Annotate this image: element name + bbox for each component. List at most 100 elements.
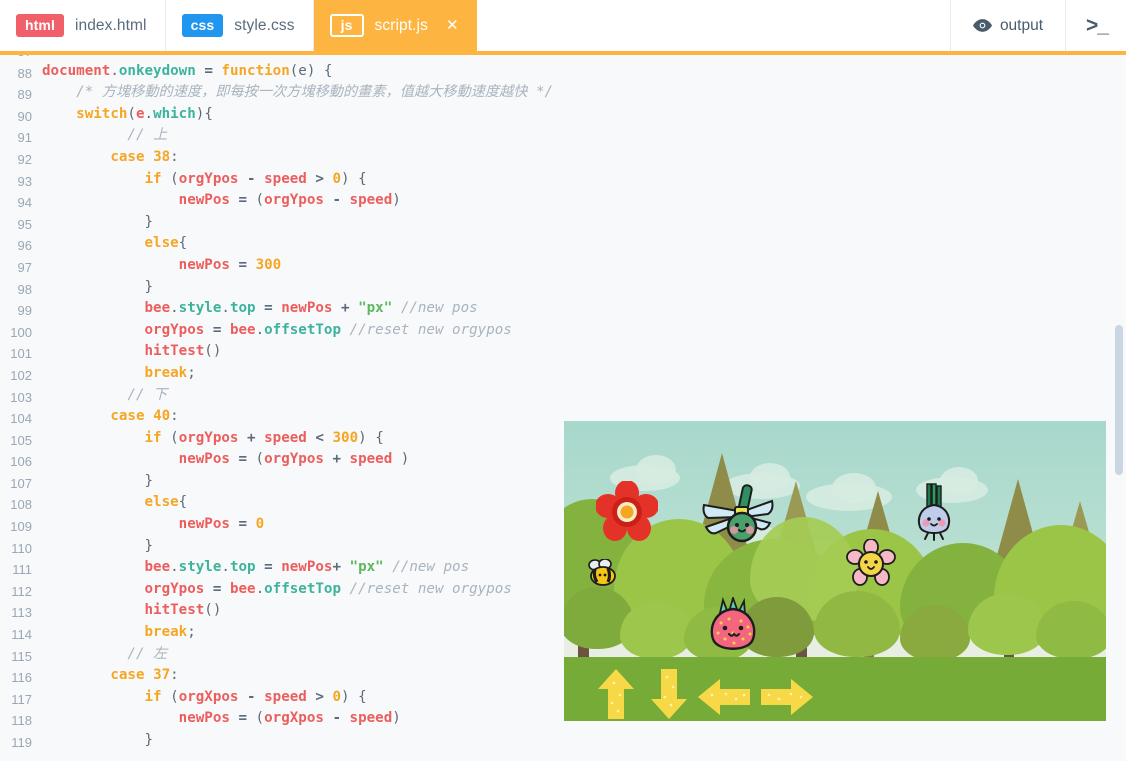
code-text[interactable]: } [32,471,153,493]
code-text[interactable]: hitTest() [32,341,222,363]
code-line[interactable]: 89 /* 方塊移動的速度，即每按一次方塊移動的畫素，值越大移動速度越快 */ [0,82,1126,104]
arrow-down-icon[interactable] [649,669,689,719]
code-token: newPos [178,710,230,727]
code-line[interactable]: 97 newPos = 300 [0,255,1126,277]
code-text[interactable]: if (orgYpos + speed < 300) { [32,428,384,450]
code-token: // 左 [127,645,168,662]
code-line[interactable]: 94 newPos = (orgYpos - speed) [0,190,1126,212]
pink-flower-character [846,538,896,589]
line-number: 111 [12,562,32,578]
arrow-right-icon[interactable] [761,677,813,717]
code-text[interactable]: } [32,277,153,299]
code-token: top [229,559,256,576]
code-token: . [170,300,179,317]
code-text[interactable]: } [32,730,153,752]
vertical-scrollbar[interactable] [1115,325,1123,475]
code-line[interactable]: 119 } [0,730,1126,752]
code-text[interactable]: case 37: [32,665,178,687]
code-text[interactable]: newPos = (orgYpos + speed ) [32,449,410,471]
code-line[interactable]: 90 switch(e.which){ [0,104,1126,126]
code-token: > [315,170,324,187]
code-text[interactable]: // 上 [32,125,167,147]
code-token: offsetTop [264,580,341,597]
code-text[interactable]: newPos = 300 [32,255,282,277]
code-token: : [170,148,179,165]
code-text[interactable]: else{ [32,233,188,255]
code-token: bee [229,321,256,338]
output-toggle-button[interactable]: output [951,0,1067,51]
code-text[interactable]: hitTest() [32,600,222,622]
line-number: 109 [10,519,32,535]
code-line[interactable]: 96 else{ [0,233,1126,255]
code-token: bee [144,300,171,317]
code-token: document [42,62,111,79]
close-icon[interactable]: ✕ [446,18,459,33]
arrow-up-icon[interactable] [596,669,636,719]
code-token: 40 [153,408,171,425]
code-text[interactable]: case 38: [32,147,179,169]
code-token: ; [187,364,196,381]
arrow-left-icon[interactable] [698,677,750,717]
code-line[interactable]: 99 bee.style.top = newPos + "px" //new p… [0,298,1126,320]
code-text[interactable]: /* 方塊移動的速度，即每按一次方塊移動的畫素，值越大移動速度越快 */ [32,82,553,104]
code-text[interactable]: newPos = (orgXpos - speed) [32,708,401,730]
code-text[interactable]: break; [32,363,196,385]
code-line[interactable]: 103 // 下 [0,385,1126,407]
tab-index-html[interactable]: html index.html [0,0,166,51]
code-text[interactable]: bee.style.top = newPos+ "px" //new pos [32,557,470,579]
code-text[interactable]: switch(e.which){ [32,104,213,126]
line-number: 106 [10,454,32,470]
code-text[interactable]: } [32,536,153,558]
code-token: ; [187,624,196,641]
code-token: } [42,537,154,554]
code-token: + [341,300,350,317]
code-text[interactable]: } [32,212,153,234]
code-token: // 下 [127,386,168,403]
code-text[interactable]: newPos = (orgYpos - speed) [32,190,401,212]
code-line[interactable]: 101 hitTest() [0,341,1126,363]
code-token: () [204,602,222,619]
code-text[interactable]: case 40: [32,406,178,428]
code-text[interactable]: newPos = 0 [32,514,264,536]
code-text[interactable]: orgYpos = bee.offsetTop //reset new orgy… [32,320,512,342]
game-output-preview[interactable] [564,421,1106,721]
code-line[interactable]: 92 case 38: [0,147,1126,169]
code-token: e [135,105,145,122]
code-text[interactable]: document.onkeydown = function(e) { [32,61,332,83]
code-text[interactable]: else{ [32,492,188,514]
code-line[interactable]: 91 // 上 [0,125,1126,147]
code-line[interactable]: 100 orgYpos = bee.offsetTop //reset new … [0,320,1126,342]
code-token: if [144,688,162,705]
code-line[interactable]: 102 break; [0,363,1126,385]
code-token: - [247,688,256,705]
code-text[interactable]: // 下 [32,385,167,407]
code-text[interactable]: bee.style.top = newPos + "px" //new pos [32,298,478,320]
line-number: 108 [10,497,32,513]
code-text[interactable]: orgYpos = bee.offsetTop //reset new orgy… [32,579,512,601]
console-toggle-button[interactable]: >_ [1066,0,1126,51]
code-token: /* 方塊移動的速度，即每按一次方塊移動的畫素，值越大移動速度越快 */ [76,84,554,101]
code-line[interactable]: 93 if (orgYpos - speed > 0) { [0,169,1126,191]
code-line[interactable]: 88 document.onkeydown = function(e) { [0,61,1126,83]
code-line[interactable]: 95 } [0,212,1126,234]
tab-script-js[interactable]: js script.js ✕ [313,0,477,51]
line-number: 102 [10,367,32,383]
tab-style-css[interactable]: css style.css [165,0,314,51]
code-text[interactable]: break; [32,622,196,644]
code-text[interactable]: if (orgYpos - speed > 0) { [32,169,367,191]
tab-label-style-css: style.css [234,16,295,34]
code-text[interactable]: if (orgXpos - speed > 0) { [32,687,367,709]
code-line[interactable]: 98 } [0,277,1126,299]
code-text[interactable]: // 左 [32,644,167,666]
